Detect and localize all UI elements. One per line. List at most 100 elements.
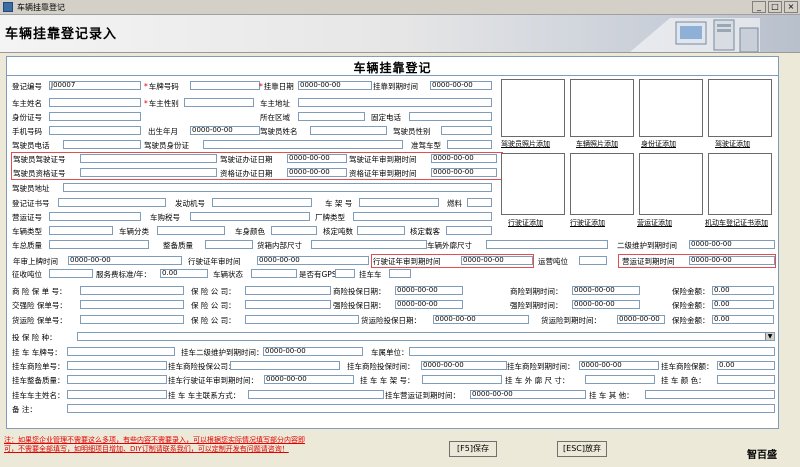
- field-input[interactable]: [248, 390, 384, 399]
- field-input[interactable]: [353, 212, 492, 221]
- field-input[interactable]: 0000-00-00: [264, 375, 354, 384]
- field-input[interactable]: J00007: [49, 81, 141, 90]
- field-input[interactable]: [245, 286, 331, 295]
- field-input[interactable]: 0000-00-00: [579, 361, 659, 370]
- field-input[interactable]: [67, 390, 167, 399]
- field-input[interactable]: 0000-00-00: [298, 81, 372, 90]
- field-input[interactable]: 0000-00-00: [689, 256, 775, 265]
- field-input[interactable]: 0000-00-00: [572, 286, 640, 295]
- field-input[interactable]: [310, 126, 387, 135]
- field-input[interactable]: 0000-00-00: [431, 154, 497, 163]
- field-input[interactable]: [245, 315, 359, 324]
- field-input[interactable]: 0.00: [160, 269, 208, 278]
- field-input[interactable]: [245, 300, 331, 309]
- field-input[interactable]: [212, 198, 312, 207]
- photo-box-vehicle[interactable]: [570, 79, 634, 137]
- field-input[interactable]: [203, 140, 403, 149]
- field-input[interactable]: 0000-00-00: [572, 300, 640, 309]
- field-input[interactable]: [49, 226, 113, 235]
- photo-box-operation-cert[interactable]: [639, 153, 703, 215]
- field-input[interactable]: [157, 226, 225, 235]
- field-input[interactable]: [335, 269, 355, 278]
- field-input[interactable]: 0000-00-00: [431, 168, 497, 177]
- field-input[interactable]: 0000-00-00: [287, 154, 347, 163]
- add-registration-cert-link[interactable]: 机动车登记证书添加: [705, 219, 768, 228]
- field-input[interactable]: [67, 375, 167, 384]
- field-input[interactable]: 0.00: [712, 315, 774, 324]
- field-input[interactable]: [184, 98, 254, 107]
- field-input[interactable]: 0.00: [717, 361, 775, 370]
- field-input[interactable]: [717, 375, 775, 384]
- field-input[interactable]: 0000-00-00: [395, 286, 463, 295]
- field-input[interactable]: [467, 198, 492, 207]
- field-input[interactable]: [67, 347, 175, 356]
- field-input[interactable]: [422, 375, 502, 384]
- field-input[interactable]: [389, 269, 411, 278]
- field-input[interactable]: [298, 98, 492, 107]
- field-input[interactable]: [311, 240, 427, 249]
- close-button[interactable]: ×: [784, 1, 798, 13]
- photo-box-driving-permit[interactable]: [501, 153, 565, 215]
- field-input[interactable]: 0000-00-00: [190, 126, 260, 135]
- field-input[interactable]: [409, 347, 775, 356]
- photo-box-id-card[interactable]: [639, 79, 703, 137]
- save-button[interactable]: [F5]保存: [449, 441, 497, 457]
- field-input[interactable]: [585, 375, 655, 384]
- field-input[interactable]: [49, 240, 149, 249]
- add-driver-photo-link[interactable]: 驾驶员照片添加: [501, 140, 550, 149]
- field-input[interactable]: 0000-00-00: [461, 256, 533, 265]
- field-input[interactable]: [80, 168, 217, 177]
- minimize-button[interactable]: _: [752, 1, 766, 13]
- add-driving-permit-2-link[interactable]: 行驶证添加: [570, 219, 605, 228]
- field-input[interactable]: [251, 269, 297, 278]
- field-input[interactable]: [230, 361, 340, 370]
- field-input[interactable]: [49, 269, 93, 278]
- field-input[interactable]: 0000-00-00: [395, 300, 463, 309]
- field-input[interactable]: [49, 98, 141, 107]
- field-input[interactable]: [63, 183, 492, 192]
- field-input[interactable]: [67, 361, 167, 370]
- field-input[interactable]: [271, 226, 317, 235]
- field-input[interactable]: [80, 154, 217, 163]
- photo-box-registration-cert[interactable]: [708, 153, 772, 215]
- field-input[interactable]: [67, 404, 775, 413]
- field-input[interactable]: 0000-00-00: [68, 256, 182, 265]
- field-input[interactable]: [80, 286, 184, 295]
- add-driving-permit-link[interactable]: 行驶证添加: [508, 219, 543, 228]
- field-input[interactable]: 0000-00-00: [470, 390, 586, 399]
- add-operation-cert-link[interactable]: 营运证添加: [637, 219, 672, 228]
- field-input[interactable]: 0000-00-00: [617, 315, 665, 324]
- field-input[interactable]: [205, 240, 253, 249]
- field-input[interactable]: [80, 300, 184, 309]
- field-input[interactable]: [357, 226, 405, 235]
- chevron-down-icon[interactable]: ▼: [765, 333, 774, 340]
- field-input[interactable]: [441, 126, 492, 135]
- field-input[interactable]: [359, 198, 439, 207]
- field-input[interactable]: ▼: [77, 332, 775, 341]
- photo-box-driver-license[interactable]: [708, 79, 772, 137]
- add-id-card-link[interactable]: 身份证添加: [641, 140, 676, 149]
- field-input[interactable]: 0000-00-00: [257, 256, 369, 265]
- field-input[interactable]: [446, 226, 492, 235]
- photo-box-driving-permit-2[interactable]: [570, 153, 634, 215]
- cancel-button[interactable]: [ESC]放弃: [557, 441, 607, 457]
- field-input[interactable]: [409, 112, 492, 121]
- field-input[interactable]: 0000-00-00: [689, 240, 775, 249]
- field-input[interactable]: [49, 212, 141, 221]
- field-input[interactable]: [190, 81, 260, 90]
- add-driver-license-link[interactable]: 驾驶证添加: [715, 140, 750, 149]
- field-input[interactable]: 0.00: [712, 300, 774, 309]
- field-input[interactable]: [579, 256, 607, 265]
- add-vehicle-photo-link[interactable]: 车辆照片添加: [576, 140, 618, 149]
- field-input[interactable]: [645, 390, 775, 399]
- field-input[interactable]: 0.00: [712, 286, 774, 295]
- field-input[interactable]: [49, 126, 141, 135]
- photo-box-driver[interactable]: [501, 79, 565, 137]
- field-input[interactable]: 0000-00-00: [433, 315, 529, 324]
- field-input[interactable]: [58, 198, 166, 207]
- field-input[interactable]: [49, 112, 141, 121]
- field-input[interactable]: [447, 140, 492, 149]
- field-input[interactable]: 0000-00-00: [421, 361, 507, 370]
- field-input[interactable]: 0000-00-00: [287, 168, 347, 177]
- field-input[interactable]: [298, 112, 365, 121]
